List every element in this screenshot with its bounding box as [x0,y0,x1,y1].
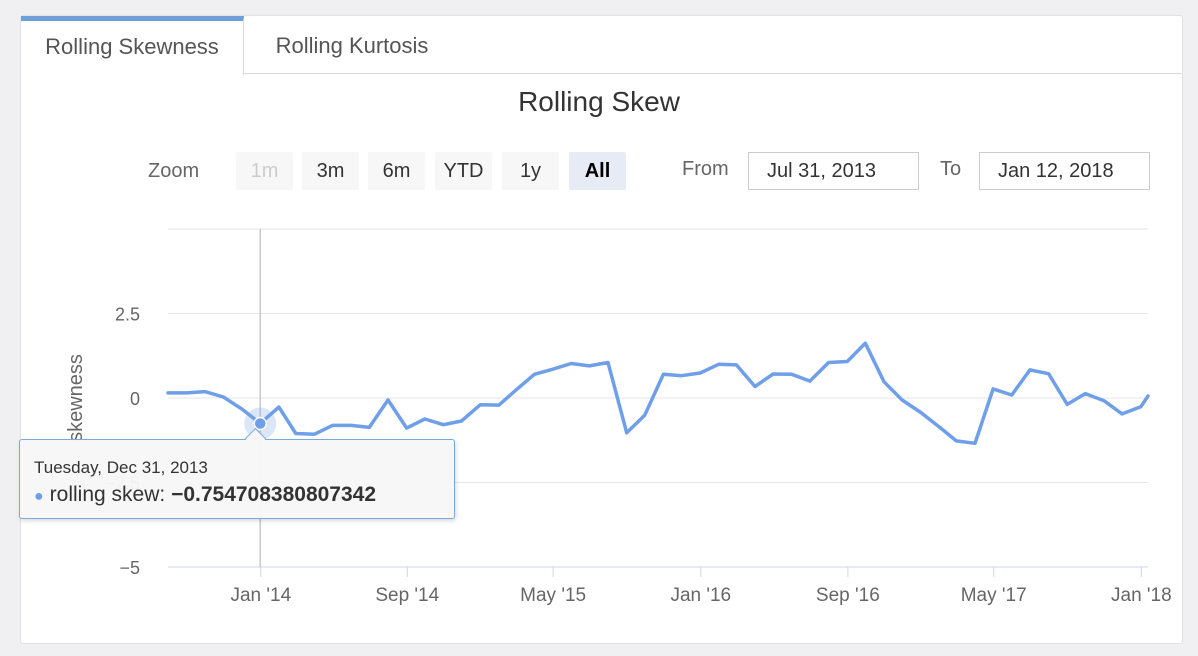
zoom-3m-button[interactable]: 3m [302,152,359,190]
zoom-1y-button[interactable]: 1y [502,152,559,190]
x-tick-label: May '17 [961,585,1027,606]
series-dot-icon: ● [34,488,44,505]
tooltip-series-label: rolling skew: [49,483,166,506]
x-tick-label: Jan '16 [670,585,731,606]
tooltip-date: Tuesday, Dec 31, 2013 [34,458,208,477]
x-tick-label: Sep '16 [816,585,880,606]
tooltip: Tuesday, Dec 31, 2013 ● rolling skew: −0.… [19,427,455,519]
zoom-label: Zoom [148,160,200,182]
to-date-input[interactable]: Jan 12, 2018 [979,152,1150,190]
to-label: To [940,158,962,180]
x-tick-label: Sep '14 [375,585,439,606]
x-tick-label: Jan '18 [1111,585,1172,606]
tooltip-value: −0.754708380807342 [171,483,377,506]
series-line-rolling-skew [166,341,1150,446]
zoom-6m-button[interactable]: 6m [368,152,425,190]
tooltip-row: ● rolling skew: −0.754708380807342 [34,483,376,507]
y-tick-label: 2.5 [115,305,140,325]
zoom-ytd-button[interactable]: YTD [435,152,492,190]
zoom-all-button[interactable]: All [569,152,626,190]
y-tick-label: −5 [119,558,140,578]
zoom-1m-button[interactable]: 1m [236,152,293,190]
x-tick-label: May '15 [520,585,586,606]
from-date-input[interactable]: Jul 31, 2013 [748,152,919,190]
y-tick-label: 0 [130,389,140,409]
from-label: From [682,158,729,180]
chart-title: Rolling Skew [518,86,680,117]
x-tick-label: Jan '14 [230,585,291,606]
y-axis-title: skewness [65,354,87,442]
